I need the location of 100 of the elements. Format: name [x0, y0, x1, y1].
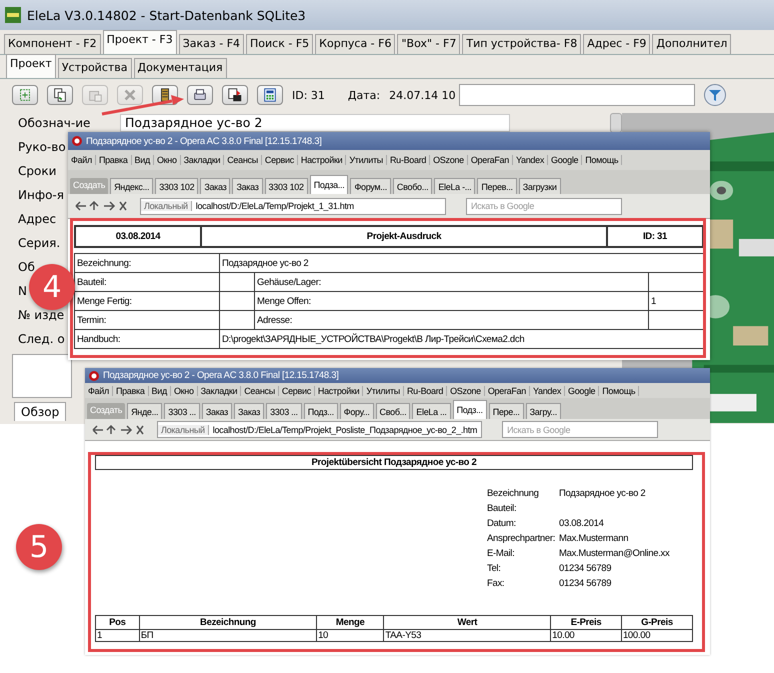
menu-item[interactable]: Окно — [154, 155, 181, 165]
tab[interactable]: Адрес - F9 — [583, 34, 650, 54]
browser-tab[interactable]: 3303 ... — [164, 403, 200, 419]
menu-item[interactable]: Google — [565, 386, 600, 396]
menu-item[interactable]: Закладки — [180, 155, 224, 165]
browser-tab[interactable]: Загрузки — [518, 178, 561, 194]
browser-tab[interactable]: Подза... — [310, 175, 348, 194]
calculator-icon — [262, 87, 278, 103]
browser-tab[interactable]: EleLa ... — [412, 403, 451, 419]
browser-tab[interactable]: EleLa -... — [434, 178, 476, 194]
tab[interactable]: Устройства — [58, 58, 132, 78]
calculator-button[interactable] — [257, 85, 283, 105]
menu-item[interactable]: Настройки — [314, 386, 364, 396]
tab[interactable]: Корпуса - F6 — [315, 34, 396, 54]
menu-item[interactable]: Окно — [170, 386, 198, 396]
tab[interactable]: Поиск - F5 — [246, 34, 314, 54]
menu-item[interactable]: Сервис — [278, 386, 315, 396]
menu-item[interactable]: Сервис — [262, 155, 298, 165]
browser-tab[interactable]: Форум... — [350, 178, 391, 194]
menu-item[interactable]: Закладки — [198, 386, 242, 396]
address-field[interactable]: Локальный localhost/D:/EleLa/Temp/Projekt_1_31.htm — [140, 198, 446, 214]
tab[interactable]: Проект - F3 — [102, 30, 177, 54]
tab[interactable]: Документация — [134, 58, 227, 78]
table-cell: TAA-Y53 — [384, 630, 551, 642]
browser-tab[interactable]: Подз... — [304, 403, 338, 419]
menu-item[interactable]: OSzone — [447, 386, 485, 396]
date-label: Дата: — [348, 88, 380, 102]
menu-item[interactable]: Yandex — [512, 155, 548, 165]
browser-tab[interactable]: Загру... — [526, 403, 561, 419]
browser-tab[interactable]: 3303 102 — [264, 178, 308, 194]
id-label: ID: 31 — [292, 88, 325, 102]
browser-tab[interactable]: Заказ — [232, 178, 263, 194]
browser-tab[interactable]: Фору... — [340, 403, 374, 419]
table-cell: Adresse: — [254, 310, 648, 330]
browser-tab[interactable]: Заказ — [202, 403, 232, 419]
browser-tab[interactable]: Янде... — [127, 403, 162, 419]
info-label: Ansprechpartner: — [487, 533, 556, 544]
table-cell: БП — [139, 630, 317, 642]
export-button[interactable] — [222, 85, 248, 105]
field-label: Серия. — [18, 236, 60, 250]
menu-item[interactable]: Правка — [112, 386, 149, 396]
menu-item[interactable]: Сеансы — [241, 386, 279, 396]
tab[interactable]: Обзор — [14, 402, 66, 421]
browser-tab[interactable]: Заказ — [200, 178, 230, 194]
scrollbar[interactable] — [610, 113, 622, 133]
menu-item[interactable]: Вид — [132, 155, 154, 165]
menu-item[interactable]: Файл — [85, 386, 113, 396]
menu-item[interactable]: Настройки — [298, 155, 346, 165]
browser-tab[interactable]: Заказ — [234, 403, 264, 419]
column-header: G-Preis — [621, 616, 692, 630]
menu-item[interactable]: Yandex — [530, 386, 566, 396]
menu-item[interactable]: OperaFan — [468, 155, 513, 165]
menu-item[interactable]: Утилиты — [346, 155, 387, 165]
browser-tab[interactable]: Яндекс... — [110, 178, 154, 194]
tab[interactable]: Дополнител — [652, 34, 732, 54]
table-cell: Handbuch: — [74, 330, 220, 348]
tab[interactable]: Тип устройства- F8 — [462, 34, 582, 54]
column-header: Menge — [316, 616, 384, 630]
browser-tab[interactable]: 3303 102 — [155, 178, 198, 194]
menu-item[interactable]: Вид — [148, 386, 171, 396]
info-value: Подзарядное ус-во 2 — [559, 488, 646, 499]
menu-item[interactable]: Утилиты — [363, 386, 404, 396]
browser-tab[interactable]: Своб... — [376, 403, 410, 419]
field-label: Обознач-ие — [18, 116, 90, 130]
menu-item[interactable]: Ru-Board — [386, 155, 430, 165]
printer-button[interactable] — [187, 85, 213, 105]
browser-tab[interactable]: 3303 ... — [266, 403, 302, 419]
new-icon — [17, 87, 33, 103]
date-field[interactable] — [458, 84, 695, 106]
address-field[interactable]: Локальный localhost/D:/EleLa/Temp/Projekt_Posliste_Подзарядное_ус-во_2_.htm — [157, 421, 482, 438]
menu-item[interactable]: Сеансы — [224, 155, 262, 165]
info-label: Bauteil: — [487, 503, 518, 514]
browser-tab[interactable]: Свобо... — [392, 178, 432, 194]
menu-item[interactable]: OperaFan — [484, 386, 530, 396]
menu-item[interactable]: Google — [548, 155, 582, 165]
tab[interactable]: "Box" - F7 — [397, 34, 460, 54]
tab[interactable]: Заказ - F4 — [178, 34, 244, 54]
browser-tab[interactable]: Пере... — [488, 403, 524, 419]
field-label: № изде — [18, 308, 64, 322]
menu-item[interactable]: OSzone — [430, 155, 468, 165]
column-header: Pos — [96, 616, 140, 630]
browser-tab[interactable]: Подз... — [452, 400, 487, 419]
browser-tab[interactable]: Перев... — [477, 178, 517, 194]
menu-item[interactable]: Файл — [68, 155, 96, 165]
field-label: Об — [18, 260, 35, 274]
info-value: 03.08.2014 — [559, 518, 605, 529]
copy-button[interactable] — [47, 85, 73, 105]
tab[interactable]: Компонент - F2 — [4, 34, 101, 54]
menu-item[interactable]: Правка — [96, 155, 132, 165]
new-button[interactable] — [12, 85, 38, 105]
table-cell: Termin: — [74, 310, 220, 330]
info-value: 01234 56789 — [559, 578, 612, 589]
menu-item[interactable]: Помощь — [599, 386, 640, 396]
menu-item[interactable]: Ru-Board — [404, 386, 448, 396]
table-cell: Gehäuse/Lager: — [254, 272, 648, 292]
tab[interactable]: Проект — [6, 54, 56, 78]
filter-button[interactable] — [704, 84, 726, 106]
menu-item[interactable]: Помощь — [582, 155, 622, 165]
memo-field[interactable] — [12, 354, 72, 398]
text-field[interactable]: Подзарядное ус-во 2 — [120, 114, 510, 132]
